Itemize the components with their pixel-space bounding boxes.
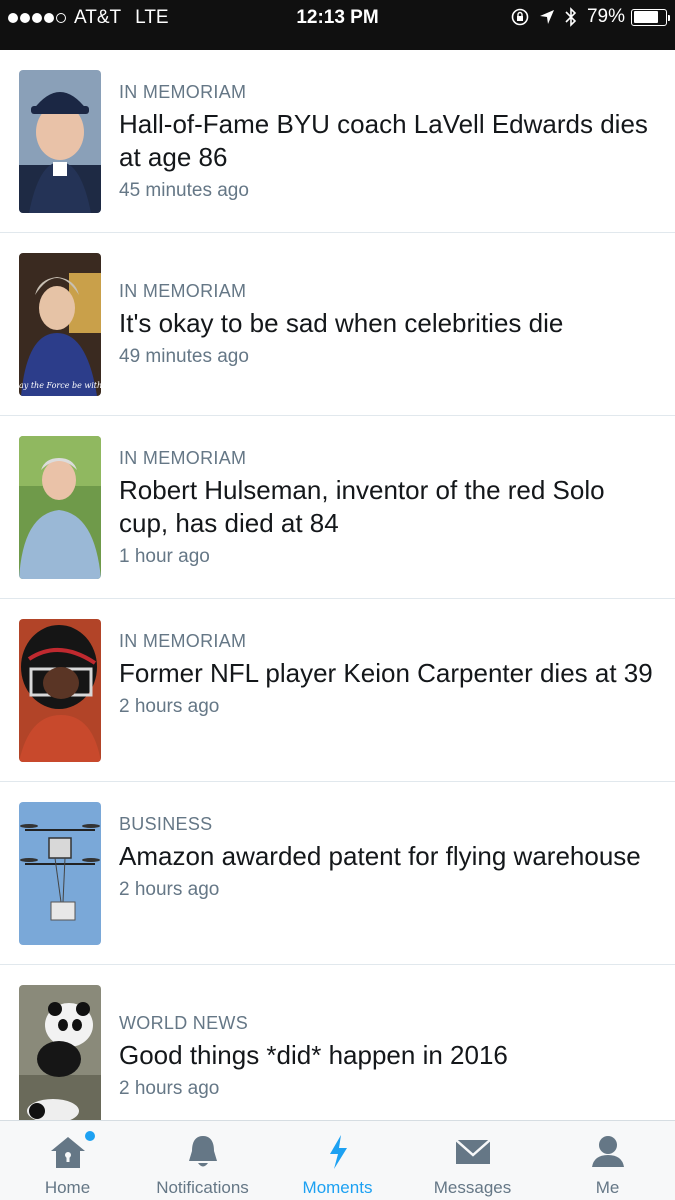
battery-percentage: 79% <box>586 6 625 27</box>
lightning-icon <box>329 1135 347 1169</box>
moment-category: IN MEMORIAM <box>119 281 247 301</box>
moment-headline: Good things *did* happen in 2016 <box>119 1040 508 1070</box>
moment-thumbnail <box>19 70 101 213</box>
moment-category: IN MEMORIAM <box>119 631 247 651</box>
network-type: LTE <box>135 7 169 28</box>
signal-strength-icon <box>8 13 68 23</box>
tab-label: Notifications <box>156 1178 249 1197</box>
person-icon <box>591 1136 624 1167</box>
tab-label: Moments <box>302 1178 373 1197</box>
moments-feed: IN MEMORIAM Hall-of-Fame BYU coach LaVel… <box>0 50 675 1120</box>
moment-headline: It's okay to be sad when celebrities die <box>119 308 564 338</box>
moment-timestamp: 49 minutes ago <box>119 346 249 367</box>
celebrity-portrait-image <box>19 253 101 396</box>
moment-category: WORLD NEWS <box>119 1013 248 1033</box>
status-left: AT&T LTE <box>8 7 169 29</box>
moment-headline: Former NFL player Keion Carpenter dies a… <box>119 658 653 688</box>
moment-category: IN MEMORIAM <box>119 448 247 468</box>
moment-timestamp: 2 hours ago <box>119 696 220 717</box>
envelope-icon <box>454 1139 491 1164</box>
moment-timestamp: 1 hour ago <box>119 546 210 567</box>
thumbnail-caption: ay the Force be with <box>19 381 101 390</box>
moment-item[interactable]: ay the Force be with IN MEMORIAM It's ok… <box>0 233 675 416</box>
moment-text: IN MEMORIAM Former NFL player Keion Carp… <box>119 630 655 719</box>
status-bar: AT&T LTE 12:13 PM 79% <box>0 0 675 50</box>
moment-headline: Amazon awarded patent for flying warehou… <box>119 841 641 871</box>
moment-thumbnail: ay the Force be with <box>19 253 101 396</box>
carrier-name: AT&T <box>74 7 122 28</box>
moment-text: IN MEMORIAM Robert Hulseman, inventor of… <box>119 447 655 569</box>
moment-timestamp: 45 minutes ago <box>119 180 249 201</box>
moment-category: BUSINESS <box>119 814 213 834</box>
moment-timestamp: 2 hours ago <box>119 1078 220 1099</box>
bell-icon <box>188 1136 217 1167</box>
tab-home[interactable]: Home <box>0 1121 135 1200</box>
moment-text: BUSINESS Amazon awarded patent for flyin… <box>119 813 655 902</box>
moment-item[interactable]: IN MEMORIAM Robert Hulseman, inventor of… <box>0 416 675 599</box>
moment-thumbnail <box>19 436 101 579</box>
moment-headline: Hall-of-Fame BYU coach LaVell Edwards di… <box>119 109 648 172</box>
moment-text: WORLD NEWS Good things *did* happen in 2… <box>119 1012 655 1101</box>
drone-warehouse-image <box>19 802 101 945</box>
moment-item[interactable]: IN MEMORIAM Former NFL player Keion Carp… <box>0 599 675 782</box>
moment-thumbnail <box>19 802 101 945</box>
football-player-image <box>19 619 101 762</box>
tab-me[interactable]: Me <box>540 1121 675 1200</box>
moment-text: IN MEMORIAM Hall-of-Fame BYU coach LaVel… <box>119 81 655 203</box>
moment-timestamp: 2 hours ago <box>119 879 220 900</box>
rotation-lock-icon <box>511 8 529 26</box>
home-badge-dot <box>85 1131 95 1141</box>
tab-label: Home <box>44 1178 91 1197</box>
tab-bar: Home Notifications Moments Messages Me <box>0 1120 675 1200</box>
moment-item[interactable]: IN MEMORIAM Hall-of-Fame BYU coach LaVel… <box>0 50 675 233</box>
panda-image <box>19 985 101 1120</box>
battery-icon <box>631 8 670 26</box>
tab-moments[interactable]: Moments <box>270 1121 405 1200</box>
moment-item[interactable]: BUSINESS Amazon awarded patent for flyin… <box>0 782 675 965</box>
inventor-portrait-image <box>19 436 101 579</box>
moment-thumbnail <box>19 619 101 762</box>
tab-messages[interactable]: Messages <box>405 1121 540 1200</box>
status-right: 79% <box>511 6 670 28</box>
moment-headline: Robert Hulseman, inventor of the red Sol… <box>119 475 605 538</box>
moment-item[interactable]: WORLD NEWS Good things *did* happen in 2… <box>0 965 675 1120</box>
home-icon <box>50 1137 85 1168</box>
tab-label: Messages <box>433 1178 512 1197</box>
tab-label: Me <box>595 1178 620 1197</box>
moment-thumbnail <box>19 985 101 1120</box>
moment-category: IN MEMORIAM <box>119 82 247 102</box>
bluetooth-icon <box>565 7 577 27</box>
moment-text: IN MEMORIAM It's okay to be sad when cel… <box>119 280 655 369</box>
coach-portrait-image <box>19 70 101 213</box>
location-arrow-icon <box>539 8 555 26</box>
tab-notifications[interactable]: Notifications <box>135 1121 270 1200</box>
